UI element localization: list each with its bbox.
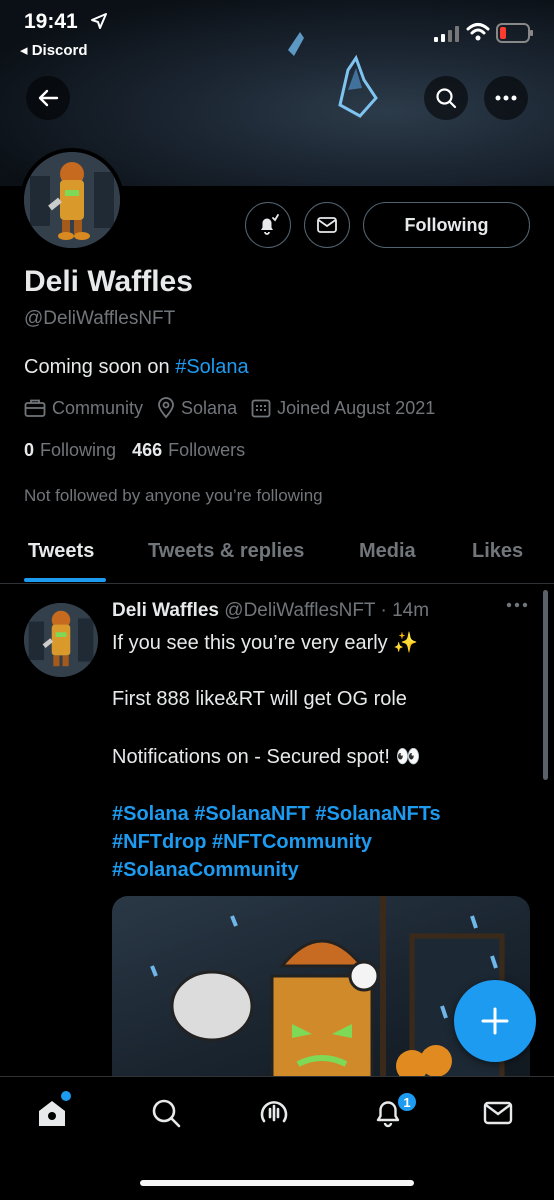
- envelope-icon: [317, 217, 337, 233]
- tweet-text-line: If you see this you’re very early ✨: [112, 632, 419, 654]
- home-icon[interactable]: [36, 1097, 68, 1129]
- status-time: 19:41: [24, 10, 78, 33]
- bio-hashtag[interactable]: #Solana: [175, 356, 248, 378]
- more-options-button[interactable]: [484, 76, 528, 120]
- back-button[interactable]: [26, 76, 70, 120]
- notifications-toggle-button[interactable]: [245, 202, 291, 248]
- cellular-signal-icon: [434, 26, 459, 42]
- active-tab-indicator: [24, 578, 106, 582]
- profile-location: Solana: [157, 397, 237, 419]
- plus-icon: [481, 1007, 509, 1035]
- profile-joined: Joined August 2021: [251, 398, 435, 419]
- location-label: Solana: [181, 397, 238, 418]
- hashtag-line[interactable]: #Solana #SolanaNFT #SolanaNFTs: [112, 800, 441, 828]
- message-button[interactable]: [304, 202, 350, 248]
- tab-likes[interactable]: Likes: [472, 540, 523, 563]
- profile-tabs: Tweets Tweets & replies Media Likes: [0, 520, 554, 584]
- home-new-indicator: [61, 1091, 71, 1101]
- battery-icon: [496, 23, 533, 43]
- following-count-link[interactable]: 0 Following: [24, 440, 116, 461]
- following-button[interactable]: Following: [363, 202, 530, 248]
- spaces-icon[interactable]: [258, 1097, 290, 1129]
- back-to-app-link[interactable]: ◂ Discord: [20, 41, 88, 59]
- more-horizontal-icon: [495, 95, 517, 101]
- search-button[interactable]: [424, 76, 468, 120]
- arrow-left-icon: [38, 89, 59, 107]
- location-arrow-icon: [91, 13, 107, 29]
- messages-envelope-icon[interactable]: [482, 1097, 514, 1129]
- location-pin-icon: [158, 397, 174, 419]
- status-bar: 19:41 ◂ Discord: [0, 0, 554, 64]
- tab-tweets[interactable]: Tweets: [28, 540, 94, 563]
- followers-count-link[interactable]: 466 Followers: [132, 440, 245, 461]
- hashtag-line[interactable]: #NFTdrop #NFTCommunity: [112, 828, 441, 856]
- tab-tweets-replies[interactable]: Tweets & replies: [148, 540, 304, 563]
- tweet-hashtags: #Solana #SolanaNFT #SolanaNFTs #NFTdrop …: [112, 800, 441, 884]
- category-label: Community: [52, 397, 144, 418]
- bio-text: Coming soon on: [24, 356, 176, 378]
- profile-category: Community: [24, 398, 143, 419]
- scrollbar[interactable]: [543, 590, 548, 780]
- joined-label: Joined August 2021: [277, 397, 436, 418]
- search-icon[interactable]: [150, 1097, 182, 1129]
- tweet-handle-time: @DeliWafflesNFT · 14m: [224, 600, 430, 621]
- profile-bio: Coming soon on #Solana: [24, 356, 249, 379]
- hashtag-line[interactable]: #SolanaCommunity: [112, 856, 441, 884]
- waffle-character-avatar: [24, 152, 120, 248]
- follow-counts: 0 Following 466 Followers: [24, 440, 261, 461]
- home-indicator[interactable]: [140, 1180, 414, 1186]
- followers-count: 466: [132, 440, 163, 460]
- search-icon: [436, 88, 457, 109]
- wifi-icon: [466, 23, 490, 41]
- profile-handle: @DeliWafflesNFT: [24, 308, 176, 329]
- tweet-text-line: Notifications on - Secured spot! 👀: [112, 746, 421, 768]
- following-count: 0: [24, 440, 35, 460]
- profile-avatar[interactable]: [20, 148, 124, 252]
- tweet-text-line: First 888 like&RT will get OG role: [112, 688, 407, 710]
- following-label: Following: [40, 440, 117, 460]
- tweet-more-icon[interactable]: [506, 602, 528, 608]
- briefcase-icon: [24, 399, 46, 417]
- bell-check-icon: [261, 214, 279, 235]
- mutual-followers-note: Not followed by anyone you’re following: [24, 486, 323, 505]
- waffle-character-avatar: [24, 603, 98, 677]
- tweet-author-name[interactable]: Deli Waffles: [112, 600, 219, 621]
- tweet-header: Deli Waffles @DeliWafflesNFT · 14m: [112, 600, 429, 622]
- tab-media[interactable]: Media: [359, 540, 416, 563]
- profile-name: Deli Waffles: [24, 265, 193, 298]
- followers-label: Followers: [168, 440, 246, 460]
- tweet-author-avatar[interactable]: [24, 603, 98, 677]
- calendar-icon: [251, 399, 271, 418]
- compose-tweet-button[interactable]: [454, 980, 536, 1062]
- notification-count-badge: 1: [396, 1091, 418, 1113]
- profile-meta: Community Solana Joined August 2021: [24, 397, 449, 419]
